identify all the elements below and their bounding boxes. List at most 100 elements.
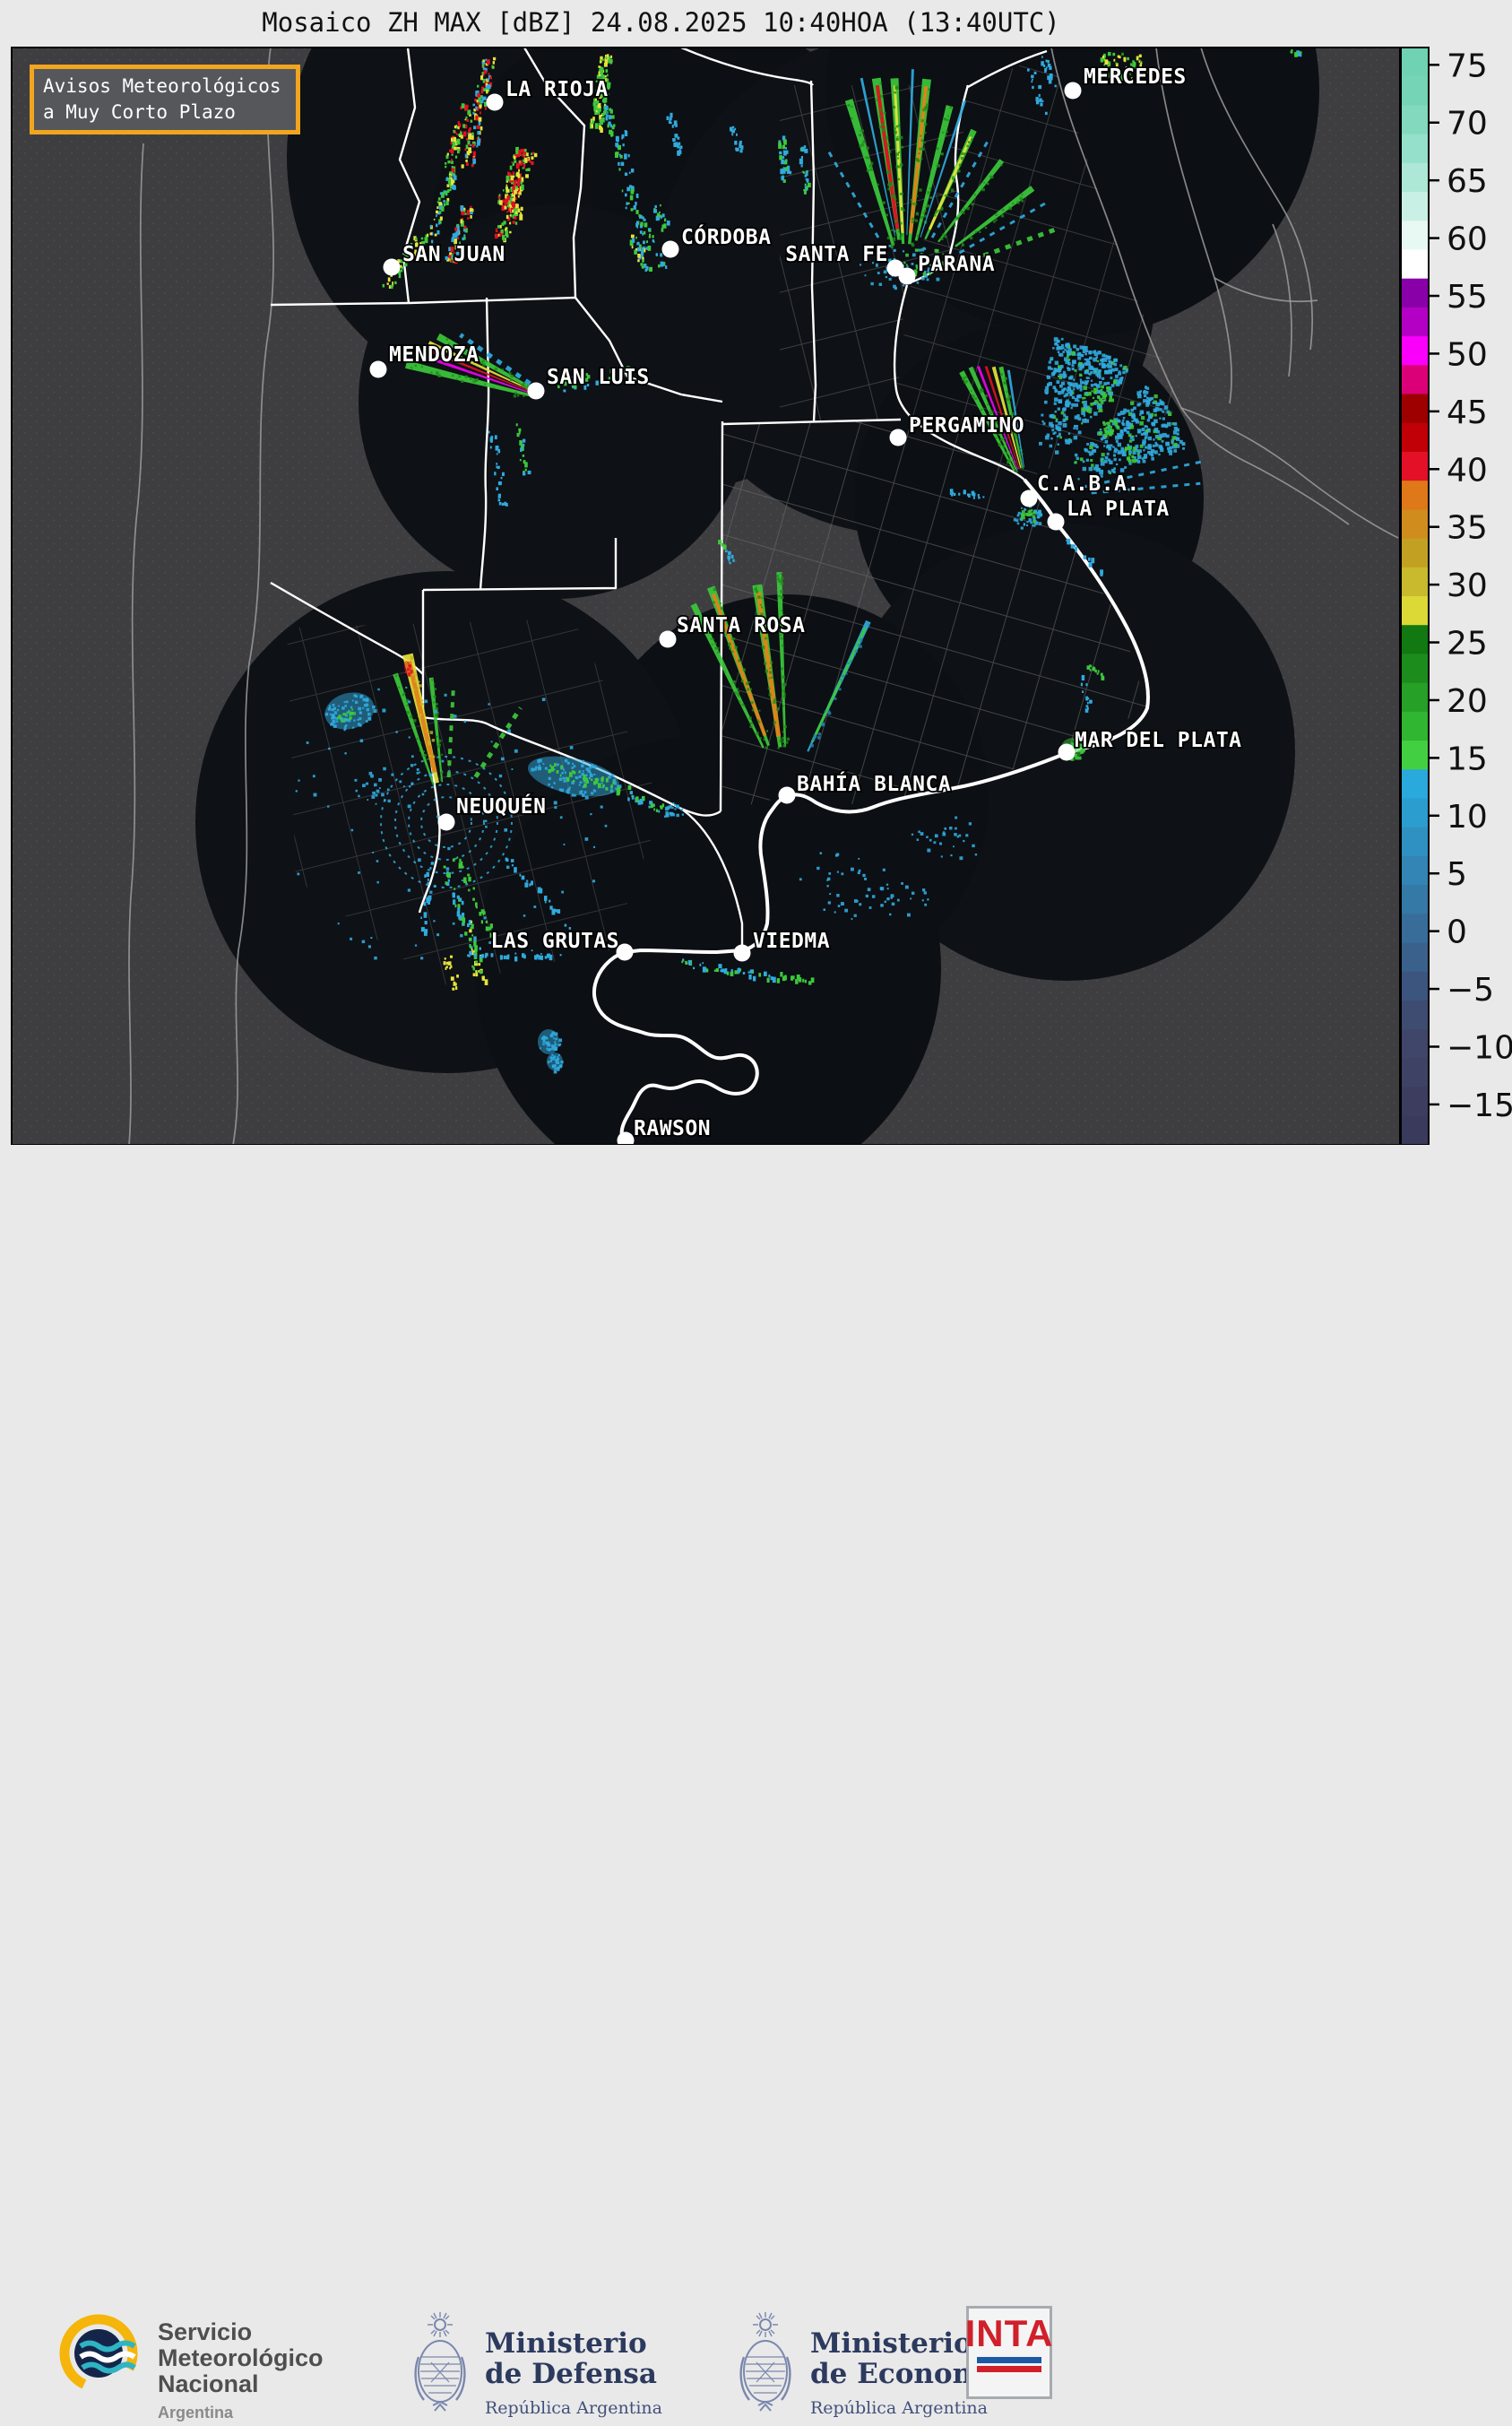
- echo-pixel: [1055, 369, 1058, 372]
- echo-pixel: [977, 493, 980, 497]
- echo-pixel: [1159, 400, 1163, 404]
- echo-pixel: [718, 964, 722, 969]
- echo-pixel: [447, 846, 451, 851]
- echo-pixel: [856, 900, 859, 903]
- colorbar-segment: [1401, 1087, 1429, 1117]
- echo-pixel: [538, 955, 541, 960]
- echo-pixel: [674, 134, 678, 138]
- echo-pixel: [366, 707, 370, 712]
- echo-pixel: [441, 205, 445, 212]
- echo-pixel: [474, 98, 477, 102]
- echo-pixel: [337, 708, 340, 712]
- echo-pixel: [769, 671, 773, 674]
- echo-pixel: [1100, 569, 1103, 575]
- echo-pixel: [1080, 682, 1083, 687]
- echo-pixel: [1045, 59, 1048, 63]
- echo-pixel: [907, 913, 911, 917]
- echo-pixel: [463, 210, 466, 212]
- echo-pixel: [624, 153, 627, 160]
- echo-pixel: [489, 76, 492, 80]
- echo-pixel: [648, 235, 651, 238]
- echo-pixel: [605, 104, 608, 108]
- echo-pixel: [918, 248, 921, 252]
- echo-pixel: [732, 559, 735, 562]
- echo-pixel: [862, 140, 866, 143]
- echo-pixel: [514, 216, 517, 220]
- echo-pixel: [919, 188, 922, 192]
- echo-pixel: [472, 897, 475, 901]
- echo-pixel: [367, 716, 372, 721]
- echo-pixel: [410, 782, 414, 785]
- echo-pixel: [1116, 426, 1120, 430]
- echo-pixel: [749, 969, 754, 974]
- echo-pixel: [761, 596, 764, 599]
- echo-pixel: [1095, 356, 1099, 359]
- echo-pixel: [445, 338, 449, 341]
- echo-pixel: [734, 127, 737, 131]
- echo-pixel: [465, 138, 469, 141]
- echo-pixel: [782, 685, 784, 688]
- echo-pixel: [461, 211, 464, 215]
- warning-banner[interactable]: Avisos Meteorológicos a Muy Corto Plazo: [30, 65, 300, 134]
- echo-pixel: [759, 603, 762, 606]
- echo-pixel: [609, 129, 613, 134]
- echo-pixel: [967, 141, 971, 143]
- echo-pixel: [519, 458, 522, 462]
- echo-pixel: [462, 917, 466, 923]
- echo-pixel: [765, 669, 769, 673]
- echo-pixel: [920, 832, 924, 836]
- echo-pixel: [1096, 371, 1101, 376]
- echo-pixel: [1117, 412, 1121, 417]
- echo-pixel: [1151, 457, 1154, 461]
- city-dot: [1047, 513, 1065, 531]
- echo-pixel: [612, 781, 615, 784]
- echo-pixel: [1073, 427, 1076, 429]
- colorbar-tick-label: −15: [1447, 1087, 1512, 1124]
- echo-pixel: [916, 195, 919, 197]
- echo-pixel: [782, 169, 786, 174]
- echo-pixel: [514, 211, 518, 215]
- echo-pixel: [644, 222, 648, 228]
- echo-pixel: [1099, 397, 1103, 402]
- echo-pixel: [593, 773, 596, 775]
- echo-pixel: [1071, 395, 1076, 400]
- echo-pixel: [888, 277, 892, 281]
- echo-pixel: [511, 768, 514, 771]
- echo-pixel: [1031, 80, 1033, 83]
- echo-pixel: [1084, 369, 1088, 374]
- colorbar-tick-label: 50: [1447, 336, 1488, 373]
- echo-pixel: [465, 116, 468, 119]
- echo-pixel: [501, 368, 504, 371]
- echo-pixel: [1143, 394, 1147, 398]
- city-dot: [383, 258, 401, 276]
- echo-pixel: [1127, 409, 1130, 413]
- echo-pixel: [1042, 421, 1046, 425]
- echo-pixel: [920, 247, 925, 252]
- echo-pixel: [431, 679, 434, 681]
- echo-pixel: [1099, 429, 1102, 431]
- echo-pixel: [1093, 351, 1099, 357]
- echo-pixel: [429, 232, 433, 236]
- colorbar-segment: [1401, 509, 1429, 540]
- echo-pixel: [554, 806, 557, 810]
- echo-pixel: [1096, 395, 1101, 399]
- echo-pixel: [650, 802, 653, 809]
- echo-pixel: [498, 774, 503, 778]
- echo-pixel: [520, 212, 523, 215]
- echo-pixel: [1056, 380, 1060, 384]
- echo-pixel: [421, 793, 425, 796]
- echo-pixel: [674, 808, 677, 810]
- echo-pixel: [748, 716, 752, 720]
- echo-pixel: [539, 1047, 541, 1050]
- echo-pixel: [920, 139, 924, 143]
- echo-pixel: [436, 210, 438, 214]
- echo-pixel: [1096, 360, 1100, 363]
- echo-pixel: [452, 142, 456, 147]
- echo-pixel: [436, 206, 439, 209]
- echo-pixel: [488, 703, 490, 706]
- echo-pixel: [554, 763, 557, 767]
- echo-pixel: [1086, 409, 1091, 413]
- echo-pixel: [906, 265, 909, 268]
- echo-pixel: [419, 717, 422, 720]
- echo-pixel: [1038, 85, 1042, 90]
